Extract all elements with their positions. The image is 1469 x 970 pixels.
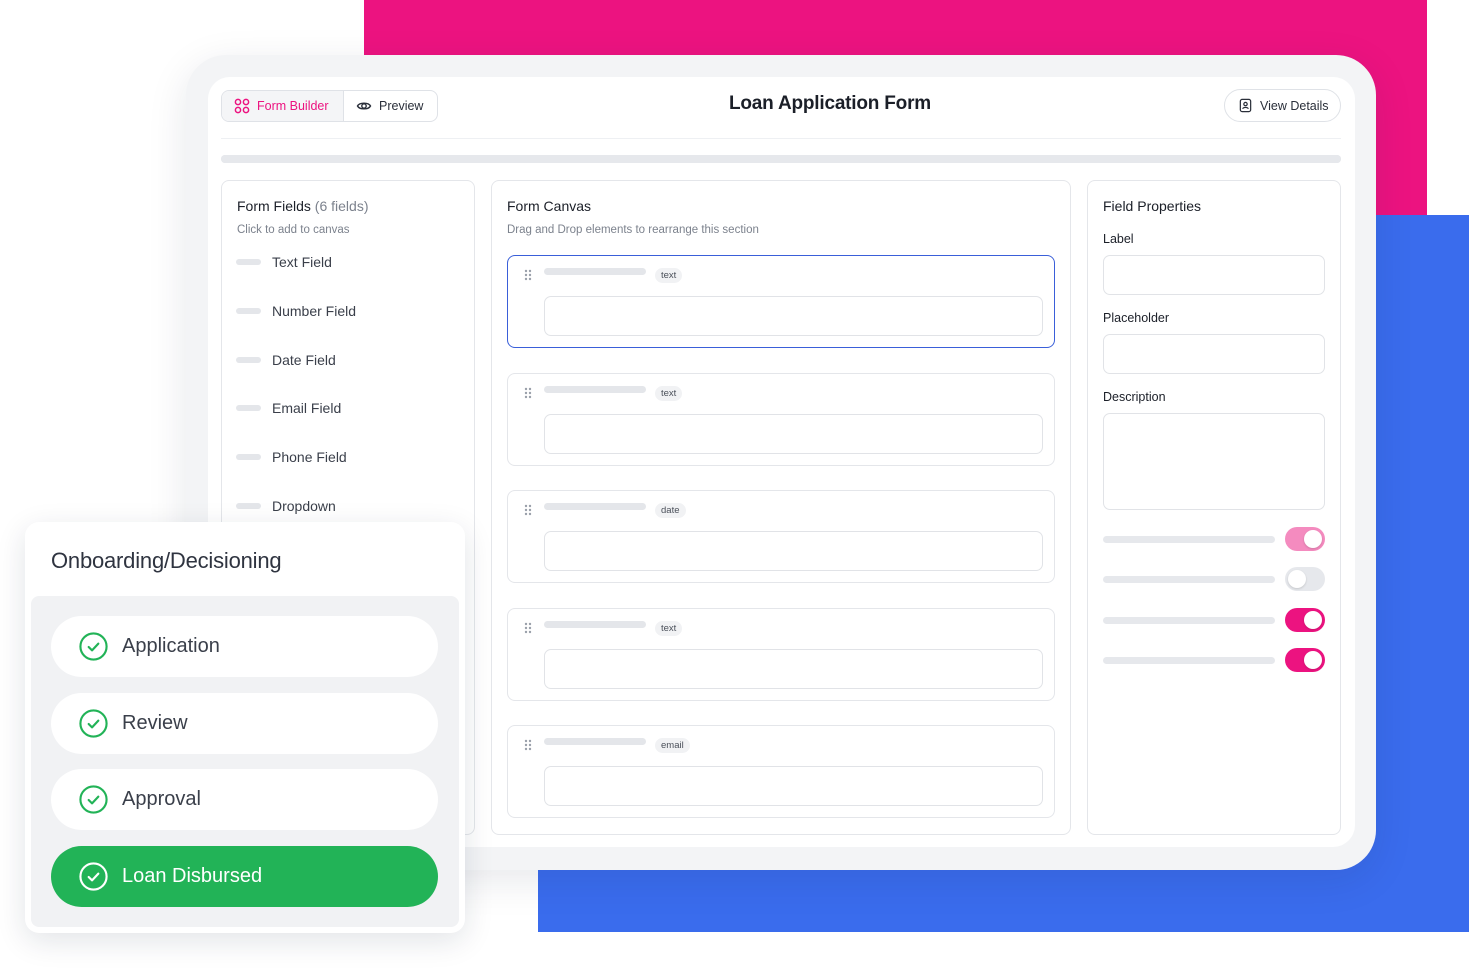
toggle-switch[interactable] xyxy=(1285,567,1325,591)
field-type-badge: text xyxy=(655,386,683,401)
field-type-badge: text xyxy=(655,268,683,283)
header-divider xyxy=(221,138,1341,139)
placeholder-input[interactable] xyxy=(1103,334,1325,374)
step-label: Review xyxy=(122,712,188,734)
form-fields-title: Form Fields xyxy=(237,198,311,214)
mode-switcher: Form Builder Preview xyxy=(221,90,438,122)
field-item-date[interactable]: Date Field xyxy=(236,352,336,368)
step-review[interactable]: Review xyxy=(51,693,438,754)
label-field-label: Label xyxy=(1103,232,1134,246)
field-item-email[interactable]: Email Field xyxy=(236,400,341,416)
drag-pill-icon xyxy=(236,259,261,265)
check-circle-icon xyxy=(79,862,108,891)
field-item-dropdown[interactable]: Dropdown xyxy=(236,498,336,514)
toggle-label-placeholder xyxy=(1103,575,1275,583)
tab-preview[interactable]: Preview xyxy=(344,91,435,121)
form-fields-subtitle: Click to add to canvas xyxy=(237,224,350,236)
field-input[interactable] xyxy=(544,766,1043,806)
step-label: Application xyxy=(122,635,220,657)
document-user-icon xyxy=(1239,98,1252,113)
toggle-knob xyxy=(1288,570,1306,588)
field-label-placeholder xyxy=(544,268,646,275)
field-item-label: Phone Field xyxy=(272,449,347,465)
field-label-placeholder xyxy=(544,503,646,510)
toggle-knob xyxy=(1304,651,1322,669)
drag-handle-icon[interactable] xyxy=(524,387,532,399)
field-properties-title: Field Properties xyxy=(1103,198,1202,214)
drag-handle-icon[interactable] xyxy=(524,504,532,516)
drag-pill-icon xyxy=(236,503,261,509)
canvas-field-card[interactable]: date xyxy=(507,490,1055,583)
tab-form-builder[interactable]: Form Builder xyxy=(222,91,344,121)
progress-fill xyxy=(221,155,1341,163)
toggle-label-placeholder xyxy=(1103,616,1275,624)
drag-pill-icon xyxy=(236,308,261,314)
field-type-badge: text xyxy=(655,621,683,636)
toggle-knob xyxy=(1304,611,1322,629)
progress-bar xyxy=(221,155,1341,163)
canvas-field-card[interactable]: text xyxy=(507,373,1055,466)
tab-label: Preview xyxy=(379,99,424,113)
toggle-row xyxy=(1103,527,1325,551)
toggle-row xyxy=(1103,567,1325,591)
step-approval[interactable]: Approval xyxy=(51,769,438,830)
form-fields-count: (6 fields) xyxy=(314,198,369,214)
field-input[interactable] xyxy=(544,531,1043,571)
canvas-field-card[interactable]: text xyxy=(507,255,1055,348)
label-input[interactable] xyxy=(1103,255,1325,295)
check-circle-icon xyxy=(79,785,108,814)
toggle-switch[interactable] xyxy=(1285,527,1325,551)
toggle-row xyxy=(1103,648,1325,672)
grid-icon xyxy=(234,98,250,114)
field-item-text[interactable]: Text Field xyxy=(236,254,332,270)
toggle-switch[interactable] xyxy=(1285,648,1325,672)
field-item-number[interactable]: Number Field xyxy=(236,303,356,319)
toggle-knob xyxy=(1304,530,1322,548)
drag-pill-icon xyxy=(236,357,261,363)
field-type-badge: date xyxy=(655,503,686,518)
field-label-placeholder xyxy=(544,621,646,628)
field-item-label: Date Field xyxy=(272,352,336,368)
field-item-label: Email Field xyxy=(272,400,342,416)
canvas-field-card[interactable]: text xyxy=(507,608,1055,701)
check-circle-icon xyxy=(79,709,108,738)
page-title: Loan Application Form xyxy=(729,93,931,114)
drag-pill-icon xyxy=(236,405,261,411)
field-type-badge: email xyxy=(655,738,690,753)
step-application[interactable]: Application xyxy=(51,616,438,677)
drag-pill-icon xyxy=(236,454,261,460)
field-input[interactable] xyxy=(544,414,1043,454)
toggle-switch[interactable] xyxy=(1285,608,1325,632)
toggle-label-placeholder xyxy=(1103,656,1275,664)
field-input[interactable] xyxy=(544,296,1043,336)
tab-label: Form Builder xyxy=(257,99,329,113)
field-label-placeholder xyxy=(544,738,646,745)
field-item-label: Number Field xyxy=(272,303,357,319)
form-fields-heading: Form Fields (6 fields) xyxy=(237,198,368,214)
step-label: Approval xyxy=(122,788,201,810)
onboarding-title: Onboarding/Decisioning xyxy=(51,548,282,573)
canvas-field-card[interactable]: email xyxy=(507,725,1055,818)
field-label-placeholder xyxy=(544,386,646,393)
step-label: Loan Disbursed xyxy=(122,865,263,887)
step-loan-disbursed[interactable]: Loan Disbursed xyxy=(51,846,438,907)
view-details-label: View Details xyxy=(1260,98,1329,113)
toggle-label-placeholder xyxy=(1103,535,1275,543)
field-item-phone[interactable]: Phone Field xyxy=(236,449,347,465)
drag-handle-icon[interactable] xyxy=(524,269,532,281)
check-circle-icon xyxy=(79,632,108,661)
field-item-label: Text Field xyxy=(272,254,332,270)
eye-icon xyxy=(356,102,372,110)
placeholder-field-label: Placeholder xyxy=(1103,311,1170,325)
view-details-button[interactable]: View Details xyxy=(1224,89,1341,122)
field-item-label: Dropdown xyxy=(272,498,336,514)
description-textarea[interactable] xyxy=(1103,413,1325,510)
description-field-label: Description xyxy=(1103,390,1166,404)
toggle-row xyxy=(1103,608,1325,632)
field-input[interactable] xyxy=(544,649,1043,689)
form-canvas-title: Form Canvas xyxy=(507,198,592,214)
form-canvas-subtitle: Drag and Drop elements to rearrange this… xyxy=(507,224,759,236)
drag-handle-icon[interactable] xyxy=(524,739,532,751)
drag-handle-icon[interactable] xyxy=(524,622,532,634)
